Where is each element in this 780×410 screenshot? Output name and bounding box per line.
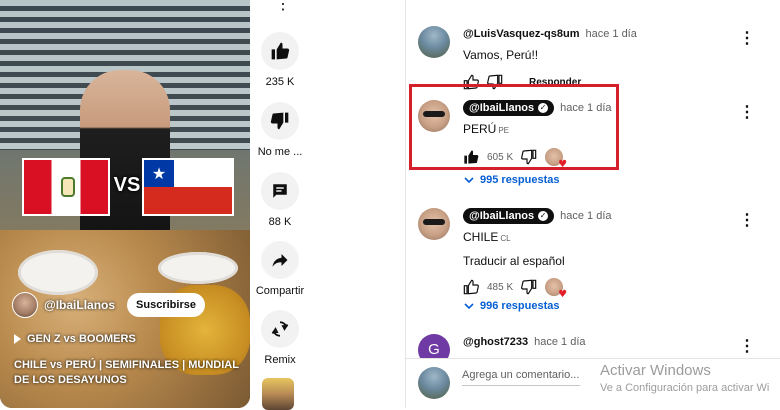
flag-code: CL — [500, 234, 511, 243]
like-action: 235 K — [252, 32, 308, 88]
share-action: Compartir — [252, 241, 308, 297]
author-name: @IbaiLlanos — [469, 210, 535, 222]
comments-panel: @LuisVasquez-qs8um hace 1 día Vamos, Per… — [405, 0, 780, 408]
share-button[interactable] — [261, 241, 299, 279]
like-count: 605 K — [487, 151, 514, 163]
comment-header: @IbaiLlanos ✓ hace 1 día — [463, 208, 753, 224]
thumbs-down-icon — [270, 112, 289, 130]
verified-icon: ✓ — [538, 103, 549, 113]
thumbs-down-icon[interactable] — [521, 279, 537, 295]
chevron-down-icon — [464, 177, 474, 184]
remix-icon — [271, 321, 289, 337]
comment-time[interactable]: hace 1 día — [560, 210, 611, 222]
add-comment-bar: Agrega un comentario... — [406, 358, 780, 408]
comment-text-main: PERÚ — [463, 122, 497, 136]
author-name: @IbaiLlanos — [469, 102, 535, 114]
comment-actions: 485 K — [463, 278, 753, 300]
avatar[interactable] — [418, 100, 450, 132]
comment-author[interactable]: @IbaiLlanos ✓ — [463, 208, 555, 224]
comment-text: CHILE CL — [463, 230, 753, 246]
chile-star-icon: ★ — [144, 160, 174, 187]
avatar[interactable] — [418, 26, 450, 58]
chevron-down-icon — [464, 303, 474, 310]
creator-heart-icon — [545, 148, 567, 170]
playlist-label: GEN Z vs BOOMERS — [27, 333, 136, 345]
versus-label: VS — [113, 174, 141, 196]
comment-count: 88 K — [268, 216, 292, 228]
subscribe-button[interactable]: Suscribirse — [127, 293, 205, 317]
channel-avatar[interactable] — [12, 292, 38, 318]
replies-count: 995 respuestas — [480, 174, 560, 186]
thumbs-down-icon[interactable] — [521, 149, 537, 165]
comment-actions: Responder — [463, 74, 753, 90]
like-count: 485 K — [487, 281, 514, 293]
play-icon — [14, 334, 21, 344]
remix-label: Remix — [264, 354, 296, 366]
channel-row: @IbaiLlanos Suscribirse — [12, 292, 205, 318]
comments-button[interactable] — [261, 172, 299, 210]
comment-menu-icon[interactable]: ⋮ — [739, 336, 755, 356]
comment-author[interactable]: @LuisVasquez-qs8um — [463, 28, 579, 40]
thumbs-down-icon[interactable] — [487, 74, 503, 90]
creator-heart-icon — [545, 278, 567, 300]
avatar[interactable] — [418, 208, 450, 240]
share-icon — [272, 254, 288, 267]
comment-text: PERÚ PE — [463, 122, 753, 138]
chile-flag: ★ — [142, 158, 234, 216]
remix-button[interactable] — [261, 310, 299, 348]
peru-crest-icon — [61, 177, 75, 197]
replies-toggle[interactable]: 996 respuestas — [464, 300, 560, 312]
comment-body: @IbaiLlanos ✓ hace 1 día CHILE CL Traduci… — [463, 208, 753, 300]
comment-menu-icon[interactable]: ⋮ — [739, 28, 755, 48]
comment-header: @LuisVasquez-qs8um hace 1 día — [463, 26, 753, 42]
comment-time[interactable]: hace 1 día — [534, 336, 585, 348]
comment-action: 88 K — [252, 172, 308, 228]
comment-text-main: CHILE — [463, 230, 499, 244]
comment-icon — [273, 184, 287, 198]
avatar — [418, 367, 450, 399]
plate — [18, 250, 98, 295]
flag-code: PE — [498, 126, 510, 135]
sound-avatar[interactable] — [262, 378, 294, 410]
share-label: Compartir — [255, 285, 305, 297]
translate-link[interactable]: Traducir al español — [463, 254, 753, 268]
dislike-button[interactable] — [261, 102, 299, 140]
like-count: 235 K — [265, 76, 295, 88]
peru-flag — [22, 158, 110, 216]
comment-menu-icon[interactable]: ⋮ — [739, 102, 755, 122]
action-column: 235 K No me ... 88 K Compartir Remix — [252, 0, 308, 408]
video-title: CHILE vs PERÚ | SEMIFINALES | MUNDIAL DE… — [14, 359, 239, 386]
comment-body: @ghost7233 hace 1 día — [463, 334, 753, 350]
thumbs-up-icon[interactable] — [463, 279, 479, 295]
add-comment-input[interactable]: Agrega un comentario... — [462, 369, 580, 386]
thumbs-up-icon[interactable] — [463, 74, 479, 90]
plate — [158, 252, 238, 284]
comment-time[interactable]: hace 1 día — [585, 28, 636, 40]
reply-button[interactable]: Responder — [529, 77, 581, 88]
like-button[interactable] — [261, 32, 299, 70]
channel-name[interactable]: @IbaiLlanos — [44, 298, 115, 312]
playlist-link[interactable]: GEN Z vs BOOMERS — [14, 333, 136, 345]
comment-body: @IbaiLlanos ✓ hace 1 día PERÚ PE 605 K — [463, 100, 753, 170]
comment-time[interactable]: hace 1 día — [560, 102, 611, 114]
verified-icon: ✓ — [538, 211, 549, 221]
remix-action: Remix — [252, 310, 308, 366]
replies-count: 996 respuestas — [480, 300, 560, 312]
dislike-action: No me ... — [252, 102, 308, 158]
comment-body: @LuisVasquez-qs8um hace 1 día Vamos, Per… — [463, 26, 753, 90]
comment-header: @ghost7233 hace 1 día — [463, 334, 753, 350]
comment-author[interactable]: @IbaiLlanos ✓ — [463, 100, 555, 116]
comment-actions: 605 K — [463, 148, 753, 170]
thumbs-up-icon — [271, 42, 290, 60]
video-player[interactable]: VS ★ @IbaiLlanos Suscribirse GEN Z vs BO… — [0, 0, 250, 408]
comment-author[interactable]: @ghost7233 — [463, 336, 528, 348]
thumbs-up-icon[interactable] — [463, 149, 479, 165]
replies-toggle[interactable]: 995 respuestas — [464, 174, 560, 186]
comment-header: @IbaiLlanos ✓ hace 1 día — [463, 100, 753, 116]
comment-text: Vamos, Perú!! — [463, 48, 539, 62]
dislike-label: No me ... — [257, 146, 303, 158]
comment-menu-icon[interactable]: ⋮ — [739, 210, 755, 230]
